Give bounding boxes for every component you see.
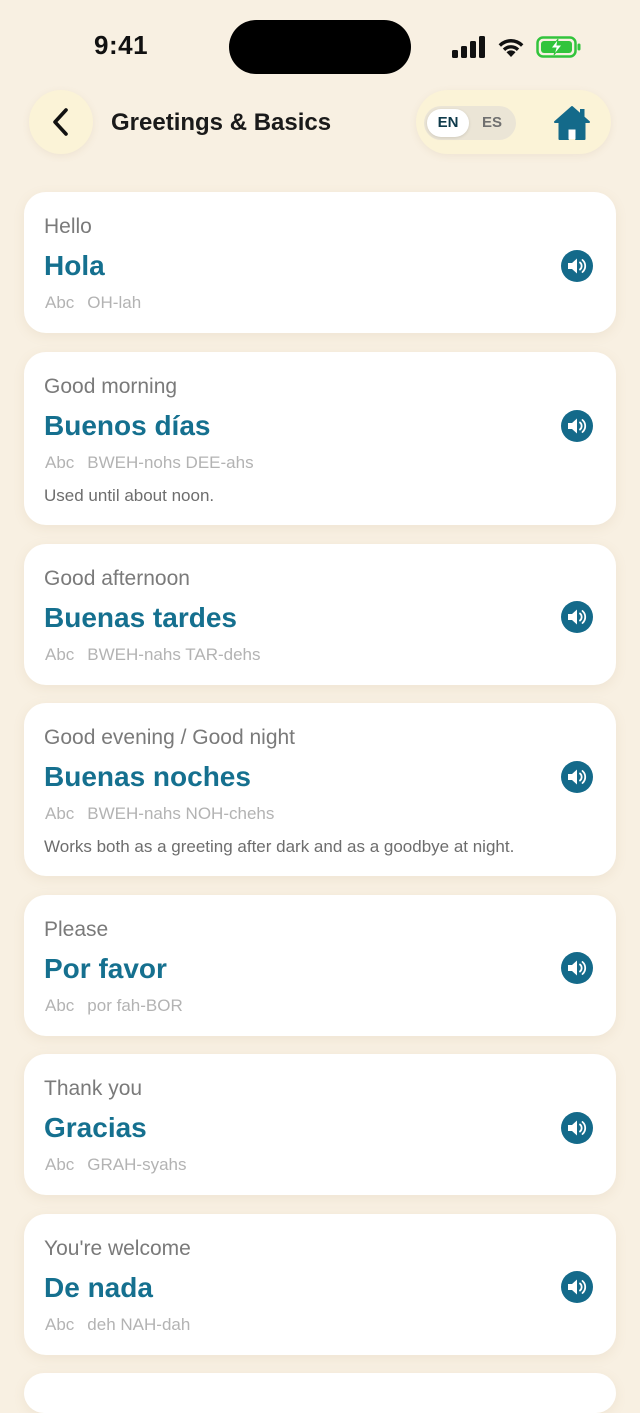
speaker-icon	[568, 769, 587, 785]
lang-option-es[interactable]: ES	[471, 109, 513, 137]
phrase-card: Good evening / Good night Buenas noches …	[24, 703, 616, 876]
phrase-pronunciation: Abc OH-lah	[45, 293, 141, 313]
home-icon	[554, 106, 590, 140]
chevron-left-icon	[53, 108, 68, 136]
pronunciation-text: BWEH-nohs DEE-ahs	[87, 453, 254, 472]
pronunciation-text: BWEH-nahs TAR-dehs	[87, 645, 261, 664]
back-button[interactable]	[29, 90, 93, 154]
phrase-english: You're welcome	[44, 1237, 191, 1260]
phrase-spanish: Por favor	[44, 953, 167, 984]
battery-charging-icon	[536, 36, 581, 58]
play-audio-button[interactable]	[561, 250, 593, 282]
dynamic-island	[229, 20, 411, 74]
pronunciation-text: GRAH-syahs	[87, 1155, 187, 1174]
phrase-pronunciation: Abc deh NAH-dah	[45, 1315, 190, 1335]
play-audio-button[interactable]	[561, 1112, 593, 1144]
pronunciation-text: OH-lah	[87, 293, 142, 312]
pronunciation-tag: Abc	[45, 996, 75, 1015]
play-audio-button[interactable]	[561, 601, 593, 633]
phrase-card: Hello Hola Abc OH-lah	[24, 192, 616, 333]
play-audio-button[interactable]	[561, 952, 593, 984]
phrase-english: Good morning	[44, 375, 178, 398]
phrase-spanish: Buenas noches	[44, 761, 251, 792]
phrase-note: Used until about noon.	[44, 486, 215, 505]
phrase-card: Good afternoon Buenas tardes Abc BWEH-na…	[24, 544, 616, 685]
header: Greetings & Basics EN ES	[0, 88, 640, 158]
phrase-english: Hello	[44, 215, 92, 238]
phrase-card: Thank you Gracias Abc GRAH-syahs	[24, 1054, 616, 1195]
cellular-signal-icon	[452, 36, 485, 58]
speaker-icon	[568, 609, 587, 625]
pronunciation-tag: Abc	[45, 453, 75, 472]
phrase-pronunciation: Abc por fah-BOR	[45, 996, 183, 1016]
phrase-pronunciation: Abc GRAH-syahs	[45, 1155, 186, 1175]
pronunciation-text: por fah-BOR	[87, 996, 183, 1015]
phrase-spanish: Buenas tardes	[44, 602, 237, 633]
home-button[interactable]	[552, 104, 592, 142]
phrase-spanish: De nada	[44, 1272, 153, 1303]
pronunciation-text: BWEH-nahs NOH-chehs	[87, 804, 275, 823]
pronunciation-text: deh NAH-dah	[87, 1315, 191, 1334]
page-title: Greetings & Basics	[111, 109, 332, 136]
status-time: 9:41	[94, 30, 149, 60]
phrase-card: Please Por favor Abc por fah-BOR	[24, 895, 616, 1036]
phrase-spanish: Hola	[44, 250, 105, 281]
lang-option-en[interactable]: EN	[427, 109, 469, 137]
play-audio-button[interactable]	[561, 761, 593, 793]
speaker-icon	[568, 258, 587, 274]
pronunciation-tag: Abc	[45, 293, 75, 312]
phrase-pronunciation: Abc BWEH-nohs DEE-ahs	[45, 453, 254, 473]
phrase-spanish: Gracias	[44, 1112, 147, 1143]
speaker-icon	[568, 1120, 587, 1136]
phrase-card-partial	[24, 1373, 616, 1413]
phrase-english: Please	[44, 918, 109, 941]
pronunciation-tag: Abc	[45, 1155, 75, 1174]
header-actions: EN ES	[416, 90, 611, 154]
speaker-icon	[568, 1279, 587, 1295]
status-bar: 9:41	[0, 0, 640, 90]
status-icons	[452, 34, 582, 60]
phrase-pronunciation: Abc BWEH-nahs TAR-dehs	[45, 645, 261, 665]
phrase-card: Good morning Buenos días Abc BWEH-nohs D…	[24, 352, 616, 525]
phrase-note: Works both as a greeting after dark and …	[44, 837, 515, 856]
speaker-icon	[568, 960, 587, 976]
language-toggle[interactable]: EN ES	[424, 106, 516, 140]
phrase-pronunciation: Abc BWEH-nahs NOH-chehs	[45, 804, 274, 824]
play-audio-button[interactable]	[561, 410, 593, 442]
play-audio-button[interactable]	[561, 1271, 593, 1303]
phrase-english: Thank you	[44, 1077, 143, 1100]
phrase-english: Good afternoon	[44, 567, 190, 590]
phrase-spanish: Buenos días	[44, 410, 211, 441]
phrase-english: Good evening / Good night	[44, 726, 296, 749]
speaker-icon	[568, 418, 587, 434]
phrase-card: You're welcome De nada Abc deh NAH-dah	[24, 1214, 616, 1355]
pronunciation-tag: Abc	[45, 645, 75, 664]
wifi-icon	[498, 39, 524, 57]
pronunciation-tag: Abc	[45, 804, 75, 823]
pronunciation-tag: Abc	[45, 1315, 75, 1334]
